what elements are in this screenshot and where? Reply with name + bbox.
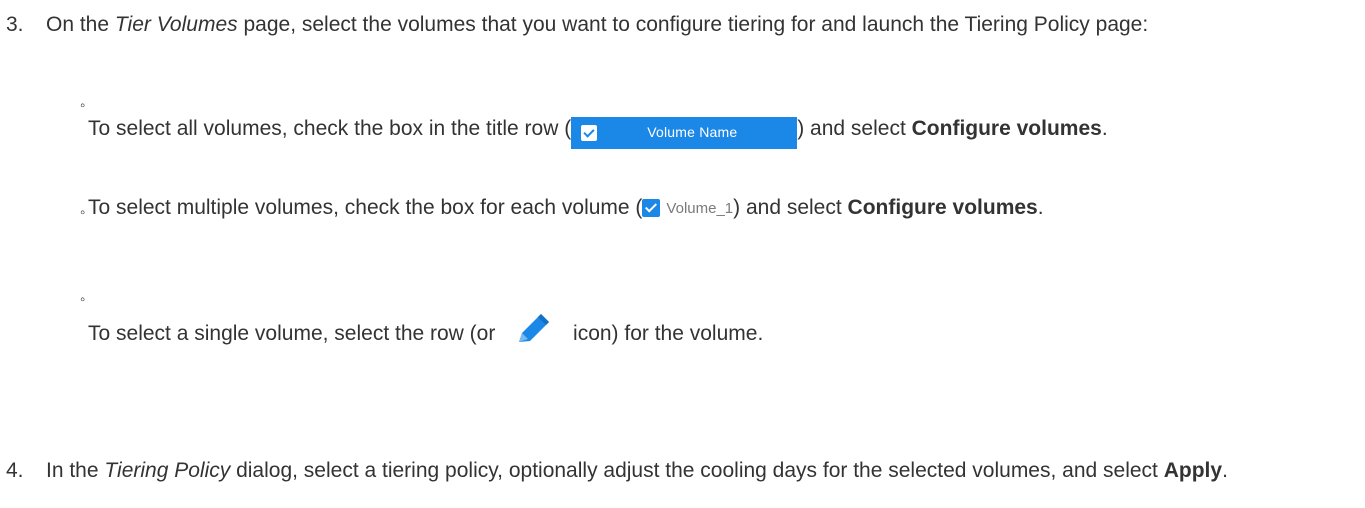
bullet-icon: ◦ — [80, 204, 86, 221]
step-4-text: In the Tiering Policy dialog, select a t… — [46, 459, 1228, 482]
bullet-icon: ◦ — [80, 291, 86, 308]
step-number: 3. — [6, 13, 24, 36]
step-3: 3. On the Tier Volumes page, select the … — [0, 10, 1357, 80]
list-item: ◦ To select a single volume, select the … — [0, 288, 1365, 368]
list-item: ◦ To select all volumes, check the box i… — [0, 94, 1365, 186]
configure-volumes-label: Configure volumes — [911, 117, 1102, 140]
checkbox-checked-icon — [642, 199, 661, 217]
checkbox-checked-icon — [581, 125, 598, 141]
bullet-icon: ◦ — [80, 97, 86, 114]
tier-volumes-page-name: Tier Volumes — [114, 13, 238, 36]
step-4: 4. In the Tiering Policy dialog, select … — [0, 457, 1357, 507]
list-item-text: To select multiple volumes, check the bo… — [88, 196, 1044, 220]
configure-volumes-label: Configure volumes — [847, 196, 1038, 219]
list-item: ◦ To select multiple volumes, check the … — [0, 193, 1365, 263]
pencil-edit-icon — [505, 310, 563, 350]
tiering-policy-dialog-name: Tiering Policy — [104, 459, 231, 482]
chip-label: Volume Name — [647, 124, 738, 141]
step-3-text: On the Tier Volumes page, select the vol… — [46, 13, 1149, 36]
volume-name-header-checkbox-chip: Volume Name — [571, 117, 798, 149]
step-number: 4. — [6, 459, 24, 482]
list-item-text: To select a single volume, select the ro… — [88, 310, 1365, 350]
apply-label: Apply — [1163, 459, 1223, 482]
chip-label: Volume_1 — [666, 199, 734, 217]
list-item-text: To select all volumes, check the box in … — [88, 114, 1365, 149]
volume-row-checkbox-chip: Volume_1 — [642, 196, 733, 220]
